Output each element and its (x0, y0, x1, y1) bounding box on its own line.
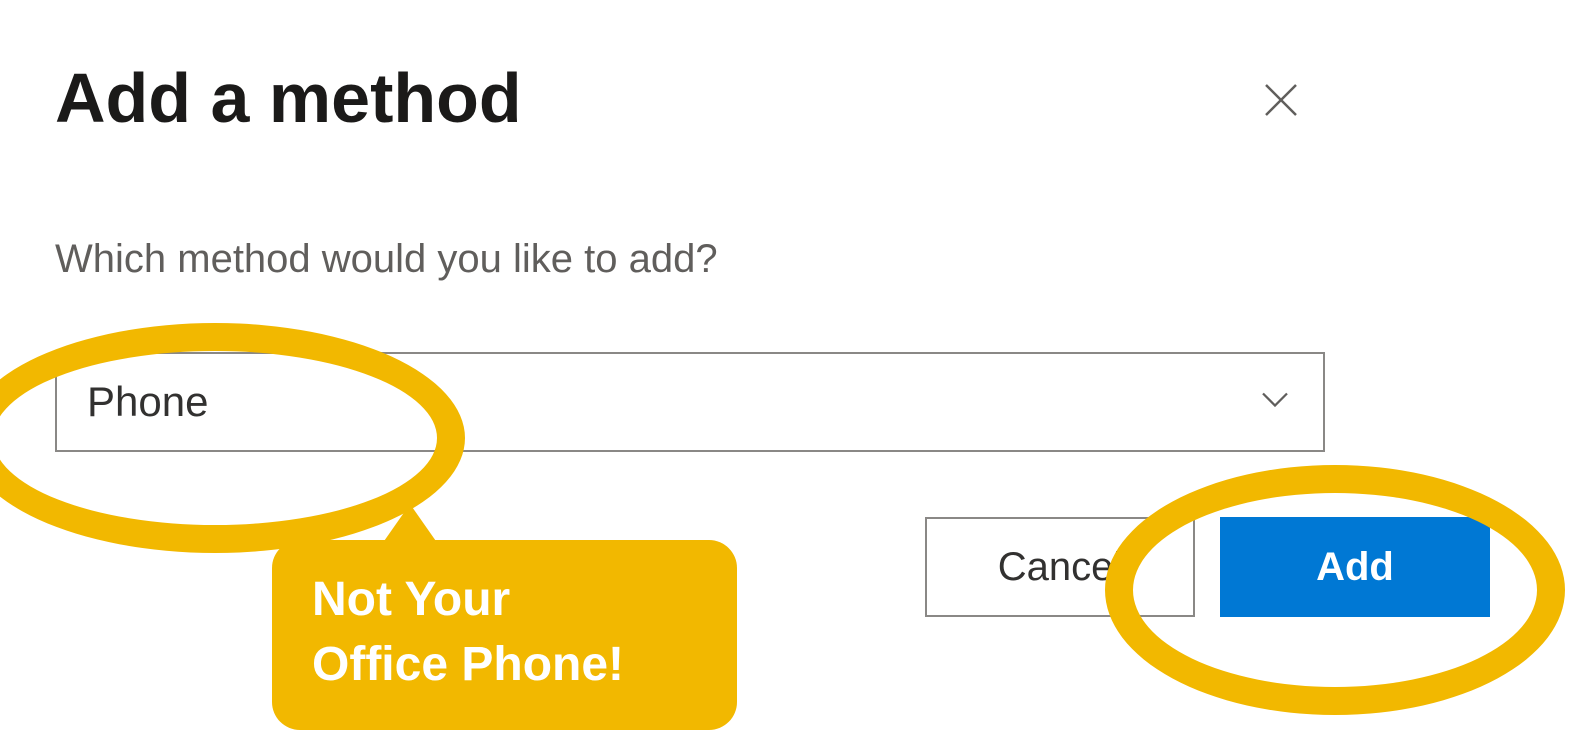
close-button[interactable] (1251, 70, 1311, 133)
cancel-button[interactable]: Cancel (925, 517, 1195, 617)
dialog-buttons: Cancel Add (925, 517, 1531, 617)
add-button[interactable]: Add (1220, 517, 1490, 617)
method-select-value: Phone (87, 378, 208, 426)
dialog-header: Add a method (55, 60, 1531, 137)
annotation-callout-line1: Not Your (312, 568, 697, 633)
dialog-title: Add a method (55, 60, 522, 137)
method-select[interactable]: Phone (55, 352, 1325, 452)
add-method-dialog: Add a method Which method would you like… (0, 0, 1591, 617)
annotation-callout: Not Your Office Phone! (272, 540, 737, 730)
chevron-down-icon (1257, 382, 1293, 423)
annotation-callout-line2: Office Phone! (312, 633, 697, 698)
close-icon (1261, 108, 1301, 123)
dialog-question: Which method would you like to add? (55, 237, 1531, 282)
method-select-wrap: Phone (55, 352, 1531, 452)
